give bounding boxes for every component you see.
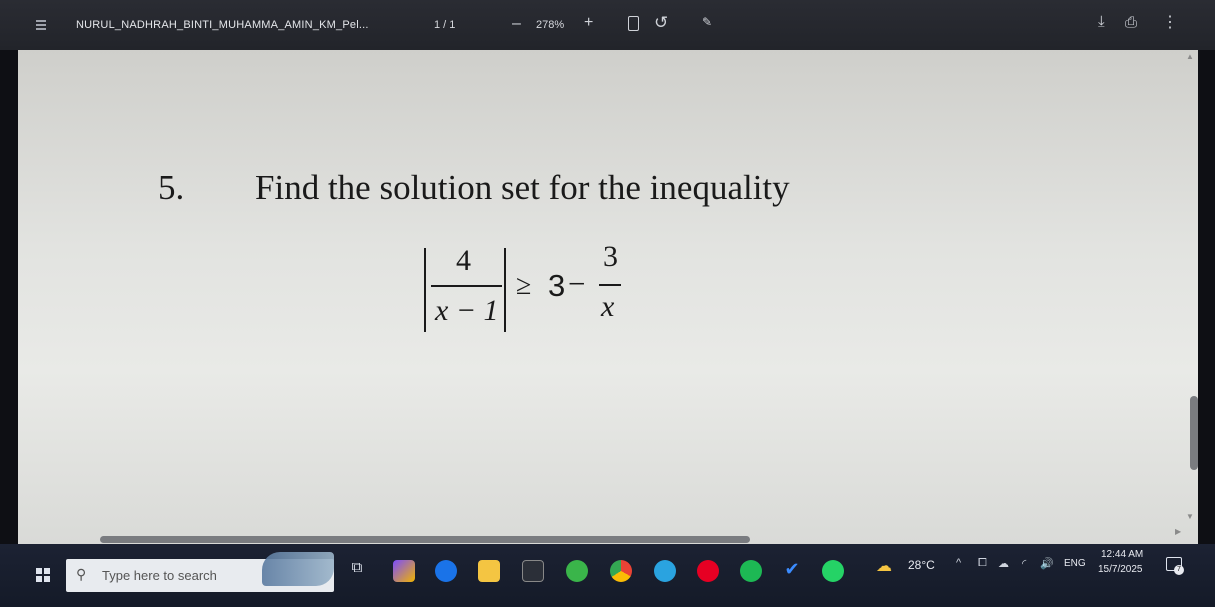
scroll-down-arrow-icon[interactable]: ▼ — [1186, 512, 1194, 521]
windows-start-icon[interactable] — [36, 568, 50, 582]
checkmark-app-icon[interactable]: ✔ — [781, 559, 803, 580]
search-icon: ⚲ — [76, 566, 87, 582]
scroll-up-arrow-icon[interactable]: ▲ — [1186, 52, 1194, 61]
clock-time[interactable]: 12:44 AM — [1101, 549, 1143, 560]
temperature[interactable]: 28°C — [908, 558, 935, 572]
more-icon[interactable]: ⋮ — [1162, 12, 1178, 32]
rhs-fraction-line — [599, 284, 621, 286]
taskbar: ⚲ Type here to search ⧉ ✔ ☁ 28°C ^ ⧠ ☁ ◜… — [0, 544, 1215, 607]
search-placeholder: Type here to search — [102, 568, 217, 583]
zoom-in-button[interactable]: + — [584, 14, 593, 32]
clock-date[interactable]: 15/7/2025 — [1098, 564, 1143, 575]
abs-bar-right — [504, 248, 506, 332]
lhs-numerator: 4 — [456, 244, 471, 277]
weather-icon[interactable]: ☁ — [876, 556, 892, 576]
app-icon-duo[interactable] — [566, 560, 588, 582]
zoom-out-button[interactable]: – — [512, 15, 521, 33]
rhs-whole: 3 — [548, 268, 566, 303]
pdf-toolbar: NURUL_NADHRAH_BINTI_MUHAMMA_AMIN_KM_Pel.… — [0, 0, 1215, 50]
lhs-fraction-line — [431, 285, 502, 287]
telegram-icon[interactable] — [654, 560, 676, 582]
chrome-icon[interactable] — [610, 560, 632, 582]
pinterest-icon[interactable] — [697, 560, 719, 582]
vertical-scrollbar[interactable] — [1190, 396, 1198, 470]
rhs-minus: − — [568, 266, 586, 301]
download-icon[interactable]: ⤓ — [1098, 13, 1105, 30]
inequality-expression: 4 x − 1 ≥ 3 − 3 x — [405, 240, 645, 340]
rhs-denominator: x — [601, 290, 615, 323]
menu-icon[interactable] — [36, 20, 46, 32]
question-number: 5. — [158, 168, 185, 207]
notification-badge: 7 — [1174, 565, 1184, 575]
language-indicator[interactable]: ENG — [1064, 558, 1086, 569]
cloud-icon[interactable]: ☁ — [998, 557, 1009, 570]
wifi-icon[interactable]: ◜ — [1022, 557, 1026, 570]
horizontal-scrollbar[interactable] — [100, 536, 750, 543]
tray-expand-icon[interactable]: ^ — [956, 557, 961, 569]
scroll-right-arrow-icon[interactable]: ▶ — [1175, 527, 1181, 536]
file-explorer-icon[interactable] — [478, 560, 500, 582]
lhs-denominator: x − 1 — [435, 294, 499, 327]
question-text: Find the solution set for the inequality — [255, 168, 790, 207]
tray-app-icon[interactable]: ⧠ — [978, 557, 987, 570]
document-title: NURUL_NADHRAH_BINTI_MUHAMMA_AMIN_KM_Pel.… — [76, 19, 369, 31]
spotify-icon[interactable] — [740, 560, 762, 582]
draw-icon[interactable]: ✎ — [702, 15, 712, 29]
edge-browser-icon[interactable] — [435, 560, 457, 582]
abs-bar-left — [424, 248, 426, 332]
app-icon-1[interactable] — [393, 560, 415, 582]
whatsapp-icon[interactable] — [822, 560, 844, 582]
document-page: 5. Find the solution set for the inequali… — [18, 50, 1198, 544]
task-view-icon[interactable]: ⧉ — [346, 559, 368, 576]
rhs-numerator: 3 — [603, 240, 618, 273]
print-icon[interactable]: ⎙ — [1125, 14, 1137, 31]
question: 5. Find the solution set for the inequali… — [158, 168, 790, 208]
zoom-level[interactable]: 278% — [536, 19, 564, 31]
page-indicator[interactable]: 1 / 1 — [434, 19, 455, 31]
relation-symbol: ≥ — [516, 270, 532, 301]
volume-icon[interactable]: 🔊 — [1040, 557, 1054, 570]
search-highlight-art[interactable] — [262, 552, 334, 586]
fit-page-icon[interactable] — [628, 16, 639, 31]
store-icon[interactable] — [522, 560, 544, 582]
rotate-icon[interactable]: ↺ — [654, 13, 668, 33]
